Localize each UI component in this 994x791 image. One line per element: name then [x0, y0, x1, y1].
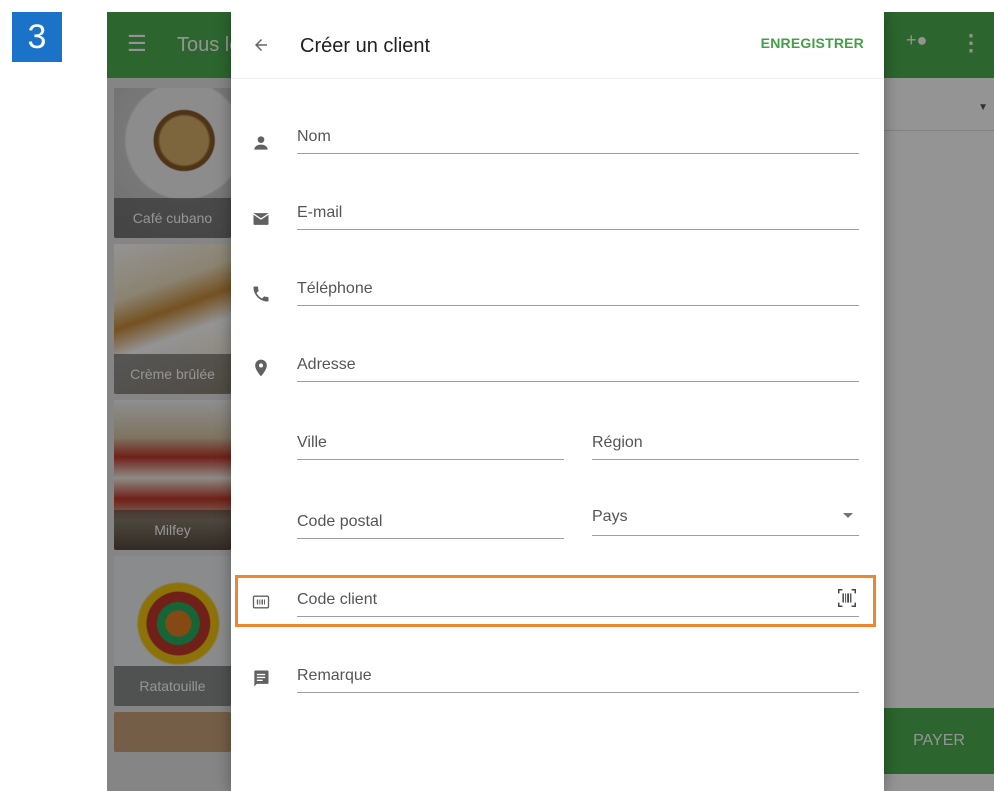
note-input[interactable]: [297, 662, 859, 690]
create-customer-dialog: Créer un client ENREGISTRER Nom E-mail T…: [231, 12, 884, 791]
email-field[interactable]: [297, 199, 859, 230]
comment-icon: [249, 666, 273, 690]
city-input[interactable]: [297, 429, 564, 457]
postal-code-input[interactable]: [297, 508, 564, 536]
region-input[interactable]: [592, 429, 859, 457]
region-field[interactable]: [592, 429, 859, 460]
phone-input[interactable]: [297, 275, 859, 303]
country-select[interactable]: Pays: [592, 505, 859, 536]
dropdown-arrow-icon: [843, 513, 853, 518]
barcode-scan-button[interactable]: [835, 586, 859, 610]
arrow-back-icon: [255, 39, 267, 51]
country-select-label: Pays: [592, 508, 628, 525]
city-field[interactable]: [297, 429, 564, 460]
customer-code-input[interactable]: [297, 586, 817, 614]
phone-icon: [249, 282, 273, 306]
note-field[interactable]: [297, 662, 859, 693]
person-icon: [249, 131, 273, 155]
barcode-scan-icon: [838, 589, 856, 607]
address-input[interactable]: [297, 351, 859, 379]
phone-field[interactable]: [297, 275, 859, 306]
dialog-header: Créer un client ENREGISTRER: [231, 12, 884, 79]
location-icon: [249, 356, 273, 380]
card-icon: [249, 590, 273, 614]
address-field[interactable]: [297, 351, 859, 382]
app-window: ☰ Tous les +● ⋮ Café cubano Crème brûlée…: [107, 12, 994, 791]
postal-code-field[interactable]: [297, 508, 564, 539]
step-number-badge: 3: [12, 12, 62, 62]
name-input[interactable]: [297, 123, 859, 151]
email-input[interactable]: [297, 199, 859, 227]
customer-code-field[interactable]: [297, 586, 859, 617]
dialog-title: Créer un client: [300, 35, 431, 57]
back-button[interactable]: [247, 31, 275, 59]
name-field[interactable]: [297, 123, 859, 154]
save-button[interactable]: ENREGISTRER: [761, 35, 864, 51]
email-icon: [249, 207, 273, 231]
